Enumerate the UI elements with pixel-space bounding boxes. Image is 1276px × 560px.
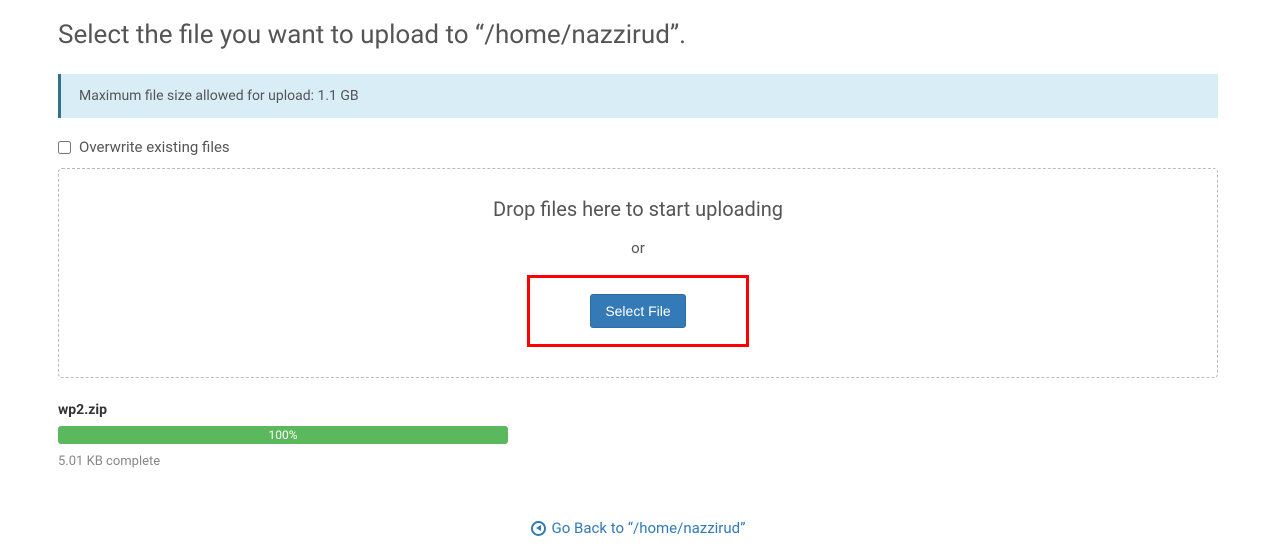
go-back-link[interactable]: Go Back to “/home/nazzirud”: [531, 519, 746, 537]
upload-status: 5.01 KB complete: [58, 454, 1218, 469]
overwrite-label: Overwrite existing files: [79, 138, 230, 156]
arrow-left-circle-icon: [531, 521, 546, 536]
info-message: Maximum file size allowed for upload: 1.…: [79, 88, 359, 104]
dropzone[interactable]: Drop files here to start uploading or Se…: [58, 168, 1218, 378]
dropzone-or-text: or: [79, 239, 1197, 257]
select-file-button[interactable]: Select File: [590, 294, 685, 328]
highlight-annotation: Select File: [527, 275, 748, 347]
upload-filename: wp2.zip: [58, 402, 1218, 418]
progress-container: 100%: [58, 426, 508, 444]
progress-bar: 100%: [58, 426, 508, 444]
upload-item: wp2.zip 100% 5.01 KB complete: [58, 402, 1218, 469]
footer: Go Back to “/home/nazzirud”: [58, 519, 1218, 540]
overwrite-checkbox[interactable]: [58, 141, 71, 154]
page-title: Select the file you want to upload to “/…: [58, 20, 1218, 50]
overwrite-option[interactable]: Overwrite existing files: [58, 138, 1218, 156]
dropzone-headline: Drop files here to start uploading: [79, 197, 1197, 221]
info-alert: Maximum file size allowed for upload: 1.…: [58, 74, 1218, 118]
go-back-label: Go Back to “/home/nazzirud”: [552, 519, 746, 537]
